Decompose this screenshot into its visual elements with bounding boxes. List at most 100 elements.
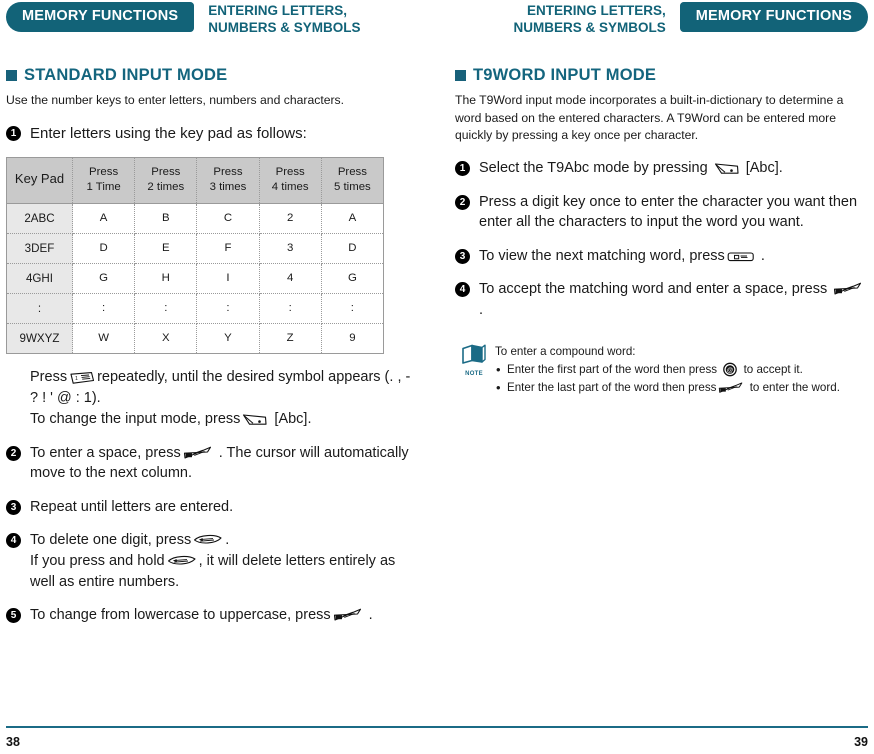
- step-number: 4: [6, 533, 21, 549]
- cell-press2: X: [134, 323, 198, 354]
- send-key-icon: [183, 445, 213, 461]
- note-item2-after: to enter the word.: [749, 381, 840, 395]
- send-key-icon: [833, 281, 863, 297]
- chapter-tab-memory-functions: MEMORY FUNCTIONS: [679, 2, 868, 32]
- cell-keypad: :: [6, 293, 73, 324]
- keypad-table: Key Pad Press 1 Time Press 2 times Press…: [6, 156, 384, 354]
- at-key-icon: @: [722, 362, 738, 377]
- step-text: To accept the matching word and enter a …: [479, 279, 868, 320]
- table-row: : : : : : :: [6, 293, 384, 324]
- section-title-text: STANDARD INPUT MODE: [24, 66, 228, 84]
- step-number: 1: [6, 125, 21, 141]
- step-number: 4: [455, 282, 470, 298]
- note-item2-before: Enter the last part of the word then pre…: [507, 381, 717, 395]
- right-running-head: ENTERING LETTERS, NUMBERS & SYMBOLS MEMO…: [455, 2, 868, 48]
- cell-press4: 3: [259, 233, 322, 264]
- t9-step4-before: To accept the matching word and enter a …: [479, 281, 828, 298]
- step4-line2-before: If you press and hold: [30, 553, 165, 569]
- chapter-tab-memory-functions: MEMORY FUNCTIONS: [6, 2, 195, 32]
- after-table-line2-after: [Abc].: [274, 410, 312, 427]
- t9-step4-after: .: [479, 301, 484, 318]
- soft-key-icon: [714, 162, 740, 176]
- cell-press1: :: [72, 293, 136, 324]
- cell-press5: 9: [349, 332, 356, 345]
- cell-press5: G: [321, 263, 384, 294]
- cell-press5: :: [321, 293, 384, 324]
- square-bullet-icon: [6, 70, 17, 81]
- note-list: Enter the first part of the word then pr…: [495, 360, 840, 398]
- note-item1-after: to accept it.: [743, 362, 803, 376]
- col-header-press1: Press 1 Time: [72, 157, 136, 204]
- col-header-keypad: Key Pad: [6, 157, 73, 204]
- t9word-input-mode-heading: T9WORD INPUT MODE: [455, 66, 868, 85]
- table-row: 9WXYZ W X Y Z 9: [6, 323, 384, 354]
- table-row: 2ABC A B C 2 A: [6, 203, 384, 234]
- step5-text-after: .: [368, 607, 373, 624]
- col-header-press4: Press 4 times: [259, 157, 322, 204]
- step-5: 5 To change from lowercase to uppercase,…: [6, 605, 419, 626]
- one-key-icon: 1: [69, 371, 95, 385]
- t9-step-4: 4 To accept the matching word and enter …: [455, 279, 868, 320]
- step-text: Select the T9Abc mode by pressing [Abc].: [479, 158, 783, 179]
- table-header-row: Key Pad Press 1 Time Press 2 times Press…: [6, 157, 384, 204]
- t9-step1-after: [Abc].: [745, 160, 783, 177]
- cell-press4: :: [259, 293, 322, 324]
- note-label: NOTE: [465, 370, 483, 377]
- send-key-icon: [718, 381, 744, 395]
- col-header-press3: Press 3 times: [196, 157, 260, 204]
- cell-press2: :: [134, 293, 198, 324]
- cell-keypad: 2ABC: [6, 203, 73, 234]
- cell-press3: F: [196, 233, 260, 264]
- step-text: To view the next matching word, press .: [479, 246, 765, 267]
- t9-step3-after: .: [760, 247, 765, 264]
- cell-press4: 2: [259, 203, 322, 234]
- step4-line1-after: .: [225, 532, 230, 549]
- cell-press3: C: [196, 203, 260, 234]
- table-row: 4GHI G H I 4 G: [6, 263, 384, 294]
- t9-step-2: 2 Press a digit key once to enter the ch…: [455, 192, 868, 233]
- t9-step-3: 3 To view the next matching word, press …: [455, 246, 868, 267]
- cell-press1: G: [72, 263, 136, 294]
- cell-press3: Y: [196, 323, 260, 354]
- col-header-press5: Press 5 times: [321, 157, 384, 204]
- col-header-press2: Press 2 times: [134, 157, 198, 204]
- footer-rule: [6, 726, 868, 728]
- cell-keypad: 9WXYZ: [6, 323, 73, 354]
- cell-press1: A: [72, 203, 136, 234]
- step-number: 1: [455, 161, 470, 177]
- clear-key-icon: [193, 533, 223, 548]
- cell-keypad: 4GHI: [6, 263, 73, 294]
- step-number: 3: [455, 248, 470, 264]
- step-3: 3 Repeat until letters are entered.: [6, 497, 419, 518]
- after-table-line1-before: Press: [30, 368, 68, 385]
- page-number-right: 39: [854, 735, 868, 749]
- step-text-before: To enter a space, press: [30, 444, 181, 461]
- note-item: Enter the first part of the word then pr…: [495, 360, 840, 380]
- svg-text:1: 1: [75, 376, 78, 382]
- step-text: Enter letters using the key pad as follo…: [30, 124, 307, 142]
- step-text: To enter a space, press . The cursor wil…: [30, 443, 419, 484]
- t9-step-1: 1 Select the T9Abc mode by pressing [Abc…: [455, 158, 868, 179]
- step4-line1-before: To delete one digit, press: [30, 532, 192, 549]
- table-row: 3DEF D E F 3 D: [6, 233, 384, 264]
- step5-text-before: To change from lowercase to uppercase, p…: [30, 607, 331, 624]
- square-bullet-icon: [455, 70, 466, 81]
- clear-key-icon: [167, 554, 197, 569]
- cell-press3: I: [196, 263, 260, 294]
- note-item: Enter the last part of the word then pre…: [495, 378, 840, 398]
- send-key-icon: [333, 607, 363, 623]
- note-content: To enter a compound word: Enter the firs…: [495, 343, 840, 399]
- standard-input-mode-heading: STANDARD INPUT MODE: [6, 66, 419, 85]
- left-running-head: MEMORY FUNCTIONS ENTERING LETTERS, NUMBE…: [6, 2, 419, 48]
- step-2: 2 To enter a space, press . The cursor w…: [6, 443, 419, 484]
- page-number-left: 38: [6, 735, 20, 749]
- left-page: MEMORY FUNCTIONS ENTERING LETTERS, NUMBE…: [0, 0, 437, 754]
- cell-press4: 4: [259, 263, 322, 294]
- step-number: 2: [6, 445, 21, 461]
- cell-press2: E: [134, 233, 198, 264]
- step-1: 1 Enter letters using the key pad as fol…: [6, 123, 419, 144]
- step-number: 5: [6, 608, 21, 624]
- after-table-paragraph: Press 1 repeatedly, until the desired sy…: [30, 367, 419, 430]
- cell-press5: D: [321, 233, 384, 264]
- zero-key-icon: [727, 250, 755, 264]
